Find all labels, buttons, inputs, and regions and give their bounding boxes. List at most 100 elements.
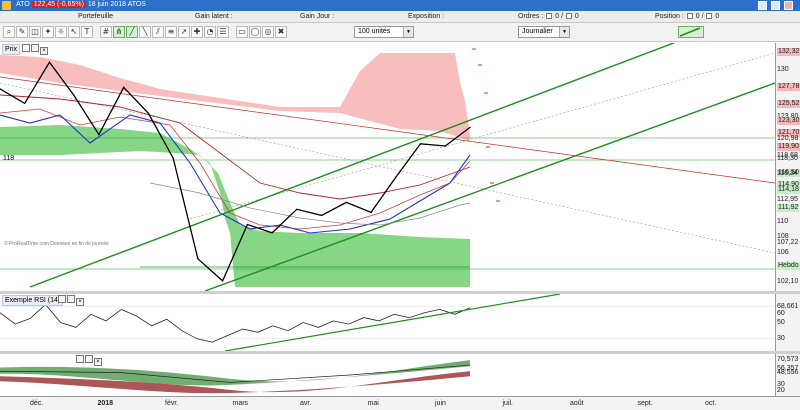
price-tick-label: 107,22 <box>777 239 799 247</box>
close-icon[interactable]: × <box>94 358 102 366</box>
indicator-chart[interactable] <box>0 354 775 396</box>
wrench-icon[interactable] <box>76 355 84 363</box>
price-tick-label: Hebdo <box>777 262 800 271</box>
ellipse-icon[interactable]: ◯ <box>249 26 261 38</box>
indicator-panel-buttons: × <box>76 355 103 366</box>
rsi-tick-label: 60 <box>777 310 785 318</box>
settings-icon[interactable] <box>58 295 66 303</box>
indicator-panel[interactable]: × <box>0 354 775 396</box>
trend-up-icon[interactable]: ╱ <box>126 26 138 38</box>
ichimoku-cloud-green <box>0 125 470 287</box>
rsi-chart[interactable] <box>0 293 775 352</box>
position-count-b: 0 <box>715 13 720 20</box>
position-checkbox-icon <box>706 13 713 20</box>
ordres-indicator[interactable]: Ordres : 0 / 0 <box>518 13 579 20</box>
pitchfork-icon[interactable]: ⋔ <box>113 26 125 38</box>
date-tick-label: 2018 <box>97 400 114 407</box>
grid-icon[interactable]: # <box>100 26 112 38</box>
indicator-tick-label: 20 <box>777 387 785 395</box>
ordres-checkbox-icon <box>565 13 572 20</box>
date-tick-label: févr. <box>165 400 179 407</box>
brightness-icon[interactable]: ☼ <box>55 26 67 38</box>
channel-icon[interactable]: ⫽ <box>152 26 164 38</box>
price-point <box>123 86 125 88</box>
resize-icon[interactable] <box>31 44 39 52</box>
price-point <box>24 102 26 104</box>
price-tick-label: 116,34 <box>777 169 798 177</box>
rsi-tick-label: 50 <box>777 318 785 326</box>
bollinger-line <box>149 182 471 226</box>
resize-icon[interactable] <box>67 295 75 303</box>
window-title: ATO 122,45 (-0,65%) 18 juin 2018 ATOS <box>16 1 146 8</box>
trend-down-icon[interactable]: ╲ <box>139 26 151 38</box>
rsi-panel[interactable]: Exemple RSI (14) × <box>0 293 775 352</box>
price-point <box>48 61 51 63</box>
price-point <box>271 232 273 234</box>
trend-channel-lower <box>204 82 776 292</box>
levels-icon[interactable]: ☰ <box>217 26 229 38</box>
price-panel-label: Prix <box>2 44 21 55</box>
price-point <box>419 143 422 145</box>
close-icon[interactable]: × <box>40 47 48 55</box>
price-chart-panel[interactable]: Prix × 118 <box>0 32 776 292</box>
zoom-icon[interactable]: ⌕ <box>3 26 15 38</box>
app-icon <box>2 1 11 10</box>
ordres-count-a: 0 <box>555 13 560 20</box>
price-tick-label: 111,92 <box>777 203 800 212</box>
gann-icon[interactable]: ◔ <box>204 26 216 38</box>
price-point <box>395 176 397 178</box>
app-name: ATO <box>16 1 30 8</box>
rsi-y-axis[interactable]: 68,661 60 50 30 <box>775 294 800 351</box>
price-y-axis[interactable]: 132,32130127,78125,52123,80123,30121,701… <box>775 43 800 291</box>
period-select[interactable]: Journalier ▼ <box>518 26 570 38</box>
pencil-icon[interactable]: ✎ <box>16 26 28 38</box>
target-icon[interactable]: ◎ <box>262 26 274 38</box>
price-tick-label: 118,30 <box>777 155 798 162</box>
date-tick-label: juil. <box>502 400 514 407</box>
ordres-checkbox-icon <box>546 13 553 20</box>
exposition-label: Exposition : <box>408 13 445 20</box>
cross-icon[interactable]: ✚ <box>191 26 203 38</box>
date-x-axis[interactable]: déc. 2018 févr. mars avr. mai juin juil. août sep… <box>0 396 800 410</box>
price-chart[interactable] <box>0 32 776 292</box>
price-tick-label: 119,90 <box>777 142 800 151</box>
minimize-icon[interactable] <box>758 1 767 10</box>
close-icon[interactable]: × <box>76 298 84 306</box>
price-tick-label: 125,52 <box>777 99 800 108</box>
text-icon[interactable]: T <box>81 26 93 38</box>
price-panel-buttons: × <box>22 44 49 55</box>
data-source-watermark: © ProRealTime.com Données en fin de jour… <box>4 241 109 247</box>
price-point <box>469 126 471 128</box>
position-indicator[interactable]: Position : 0 / 0 <box>655 13 719 20</box>
position-checkbox-icon <box>686 13 693 20</box>
resize-icon[interactable] <box>85 355 93 363</box>
price-tick-label: 114,18 <box>777 186 800 195</box>
indicator-y-axis[interactable]: 70,573 56,357 48,556 30 20 <box>775 354 800 396</box>
close-icon[interactable] <box>784 1 793 10</box>
magic-icon[interactable]: ✦ <box>42 26 54 38</box>
eraser-icon[interactable]: ◫ <box>29 26 41 38</box>
chevron-down-icon: ▼ <box>559 27 569 37</box>
rsi-panel-title: Exemple RSI (14) <box>5 297 61 304</box>
fibonacci-icon[interactable]: ≡ <box>165 26 177 38</box>
window-titlebar: ATO 122,45 (-0,65%) 18 juin 2018 ATOS <box>0 0 800 11</box>
quantity-select[interactable]: 100 unités ▼ <box>354 26 414 38</box>
trend-indicator-icon[interactable] <box>678 26 704 38</box>
left-level-label: 118 <box>3 155 15 162</box>
rsi-panel-buttons: × <box>58 295 85 306</box>
indicator-tick-label: 70,573 <box>777 355 799 363</box>
delete-icon[interactable]: ✖ <box>275 26 287 38</box>
date-tick-label: oct. <box>705 400 717 407</box>
settings-icon[interactable] <box>22 44 30 52</box>
portefeuille-link[interactable]: Portefeuille <box>78 13 113 20</box>
price-point <box>172 157 174 159</box>
price-point <box>73 95 75 97</box>
maximize-icon[interactable] <box>771 1 780 10</box>
indicator-tick-label: 48,556 <box>777 369 799 377</box>
price-point <box>444 145 446 147</box>
arrow-icon[interactable]: ➚ <box>178 26 190 38</box>
price-point <box>321 214 323 216</box>
rectangle-icon[interactable]: ▭ <box>236 26 248 38</box>
date-tick-label: août <box>570 400 584 407</box>
cursor-icon[interactable]: ↖ <box>68 26 80 38</box>
